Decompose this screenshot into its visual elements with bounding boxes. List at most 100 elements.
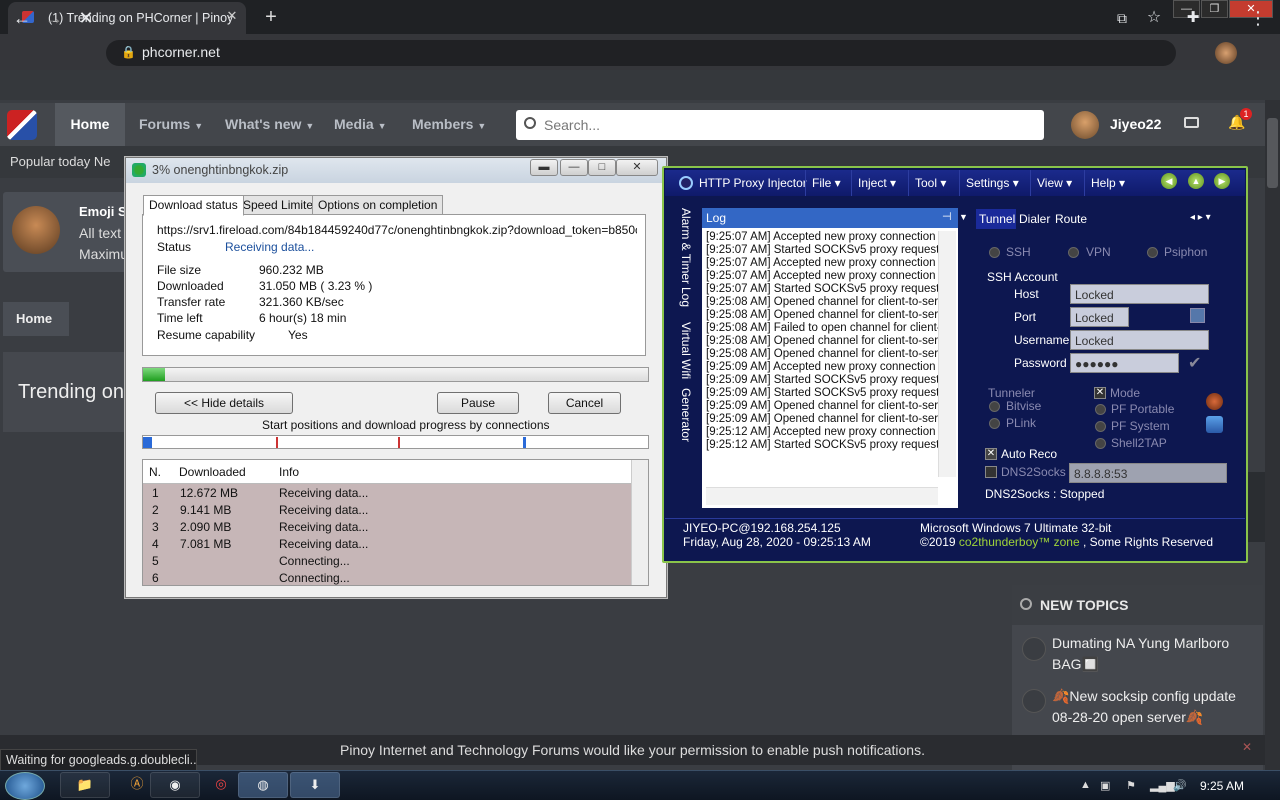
nav-members[interactable]: Members ▼ [412, 103, 486, 146]
vtab-log[interactable]: Log [679, 287, 693, 307]
checkmark-icon[interactable]: ✔ [1188, 353, 1201, 373]
menu-file[interactable]: File ▾ [805, 170, 847, 196]
tab-options-completion[interactable]: Options on completion [312, 195, 444, 215]
back-icon[interactable]: ← [10, 7, 34, 29]
nav-whats-new[interactable]: What's new ▼ [225, 103, 314, 146]
tab-scroll-icon[interactable]: ◂ ▸ ▾ [1190, 212, 1211, 223]
cancel-button[interactable]: Cancel [548, 392, 621, 414]
pause-button[interactable]: Pause [437, 392, 519, 414]
address-url[interactable]: phcorner.net [142, 44, 220, 60]
auto-reco-checkbox[interactable]: ✕ [985, 448, 997, 460]
tray-app-icon[interactable]: ▣ [1100, 779, 1110, 792]
site-search-input[interactable]: Search... [516, 110, 1044, 140]
topic-avatar[interactable] [1022, 689, 1046, 713]
table-scrollbar[interactable] [631, 460, 648, 585]
dns2socks-checkbox[interactable] [985, 466, 997, 478]
open-in-app-icon[interactable]: ⧉ [1110, 7, 1134, 29]
radio-ssh[interactable] [989, 247, 1000, 258]
address-bar[interactable] [106, 40, 1176, 66]
log-dropdown-icon[interactable]: ▼ [959, 212, 968, 222]
port-field[interactable]: Locked [1070, 307, 1129, 327]
volume-icon[interactable]: 🔊 [1173, 779, 1187, 792]
vtab-generator[interactable]: Generator [679, 388, 693, 442]
breadcrumb[interactable]: Home [3, 302, 69, 336]
idm-minimize-button[interactable]: — [560, 159, 588, 176]
page-scrollbar[interactable] [1265, 100, 1280, 770]
vtab-alarm-timer[interactable]: Alarm & Timer [679, 208, 693, 284]
copyright-brand[interactable]: co2thunderboy™ zone [959, 535, 1080, 549]
vtab-virtual-wifi[interactable]: Virtual Wifi [679, 322, 693, 379]
idm-maximize-button[interactable]: □ [588, 159, 616, 176]
injector-back-icon[interactable]: ◀ [1161, 173, 1177, 189]
site-logo[interactable] [7, 110, 37, 140]
tab-close-icon[interactable]: ✕ [224, 8, 240, 24]
push-close-icon[interactable]: ✕ [1242, 740, 1252, 754]
refresh-icon[interactable] [1206, 416, 1223, 433]
host-field[interactable]: Locked [1070, 284, 1209, 304]
window-restore-button[interactable]: ❐ [1201, 0, 1228, 18]
radio-psiphon[interactable] [1147, 247, 1158, 258]
nav-home[interactable]: Home [55, 103, 125, 146]
dns-field[interactable]: 8.8.8.8:53 [1069, 463, 1227, 483]
pin-icon[interactable]: ⊣ [942, 210, 952, 223]
profile-avatar[interactable] [1215, 42, 1237, 64]
table-row[interactable]: 1 12.672 MB Receiving data... [143, 485, 631, 502]
username-link[interactable]: Jiyeo22 [1110, 116, 1161, 132]
taskbar-chrome-icon[interactable]: ◉ [150, 772, 200, 798]
taskbar-idm-icon[interactable]: ⬇ [290, 772, 340, 798]
log-vertical-scrollbar[interactable] [938, 231, 956, 477]
injector-up-icon[interactable]: ▲ [1188, 173, 1204, 189]
menu-inject[interactable]: Inject ▾ [851, 170, 902, 196]
lock-icon[interactable]: 🔒 [121, 45, 136, 59]
tab-speed-limiter[interactable]: Speed Limiter [237, 195, 324, 215]
extensions-puzzle-icon[interactable]: ✚ [1181, 7, 1205, 29]
table-row[interactable]: 4 7.081 MB Receiving data... [143, 536, 631, 553]
power-icon[interactable] [1206, 393, 1223, 410]
taskbar-explorer-icon[interactable]: 📁 [60, 772, 110, 798]
idm-close-button[interactable]: ✕ [616, 159, 658, 176]
save-icon[interactable] [1190, 308, 1205, 323]
taskbar-clock[interactable]: 9:25 AM [1200, 779, 1244, 793]
col-info[interactable]: Info [279, 460, 299, 484]
table-row[interactable]: 3 2.090 MB Receiving data... [143, 519, 631, 536]
menu-help[interactable]: Help ▾ [1084, 170, 1131, 196]
mail-icon[interactable] [1184, 117, 1199, 128]
bookmark-star-icon[interactable]: ☆ [1142, 7, 1166, 29]
radio-pf-system[interactable] [1095, 421, 1106, 432]
password-field[interactable]: ●●●●●● [1070, 353, 1179, 373]
stop-loading-icon[interactable]: ✕ [74, 7, 98, 29]
action-center-icon[interactable]: ⚑ [1126, 779, 1136, 792]
nav-forums[interactable]: Forums ▼ [139, 103, 203, 146]
col-n[interactable]: N. [149, 460, 161, 484]
network-icon[interactable]: ▂▄▆ [1150, 779, 1175, 792]
tab-download-status[interactable]: Download status [143, 195, 244, 216]
topic-link[interactable]: 🍂New socksip config update 08-28-20 open… [1052, 686, 1252, 728]
forward-icon[interactable]: → [42, 7, 66, 29]
user-avatar[interactable] [1071, 111, 1099, 139]
menu-view[interactable]: View ▾ [1030, 170, 1078, 196]
topic-avatar[interactable] [1022, 637, 1046, 661]
idm-extra-button[interactable]: ▬ [530, 159, 558, 176]
tray-expand-icon[interactable]: ▲ [1080, 779, 1091, 791]
mode-checkbox[interactable]: ✕ [1094, 387, 1106, 399]
hide-details-button[interactable]: << Hide details [155, 392, 293, 414]
radio-pf-portable[interactable] [1095, 404, 1106, 415]
radio-shell2tap[interactable] [1095, 438, 1106, 449]
browser-menu-icon[interactable]: ⋮ [1246, 7, 1270, 29]
taskbar-injector-icon[interactable]: ◍ [238, 772, 288, 798]
injector-forward-icon[interactable]: ▶ [1214, 173, 1230, 189]
table-row[interactable]: 5 Connecting... [143, 553, 631, 570]
tab-route[interactable]: Route [1055, 209, 1087, 229]
username-field[interactable]: Locked [1070, 330, 1209, 350]
topic-link[interactable]: Dumating NA Yung Marlboro BAG🔲 [1052, 633, 1252, 675]
col-downloaded[interactable]: Downloaded [179, 460, 246, 484]
radio-plink[interactable] [989, 418, 1000, 429]
tab-tunnel[interactable]: Tunnel [976, 209, 1016, 229]
log-horizontal-scrollbar[interactable] [706, 487, 938, 505]
new-tab-button[interactable]: + [258, 4, 284, 30]
start-button[interactable] [5, 772, 45, 800]
nav-media[interactable]: Media ▼ [334, 103, 387, 146]
page-scroll-thumb[interactable] [1267, 118, 1278, 188]
tab-dialer[interactable]: Dialer [1019, 209, 1050, 229]
menu-tool[interactable]: Tool ▾ [908, 170, 952, 196]
